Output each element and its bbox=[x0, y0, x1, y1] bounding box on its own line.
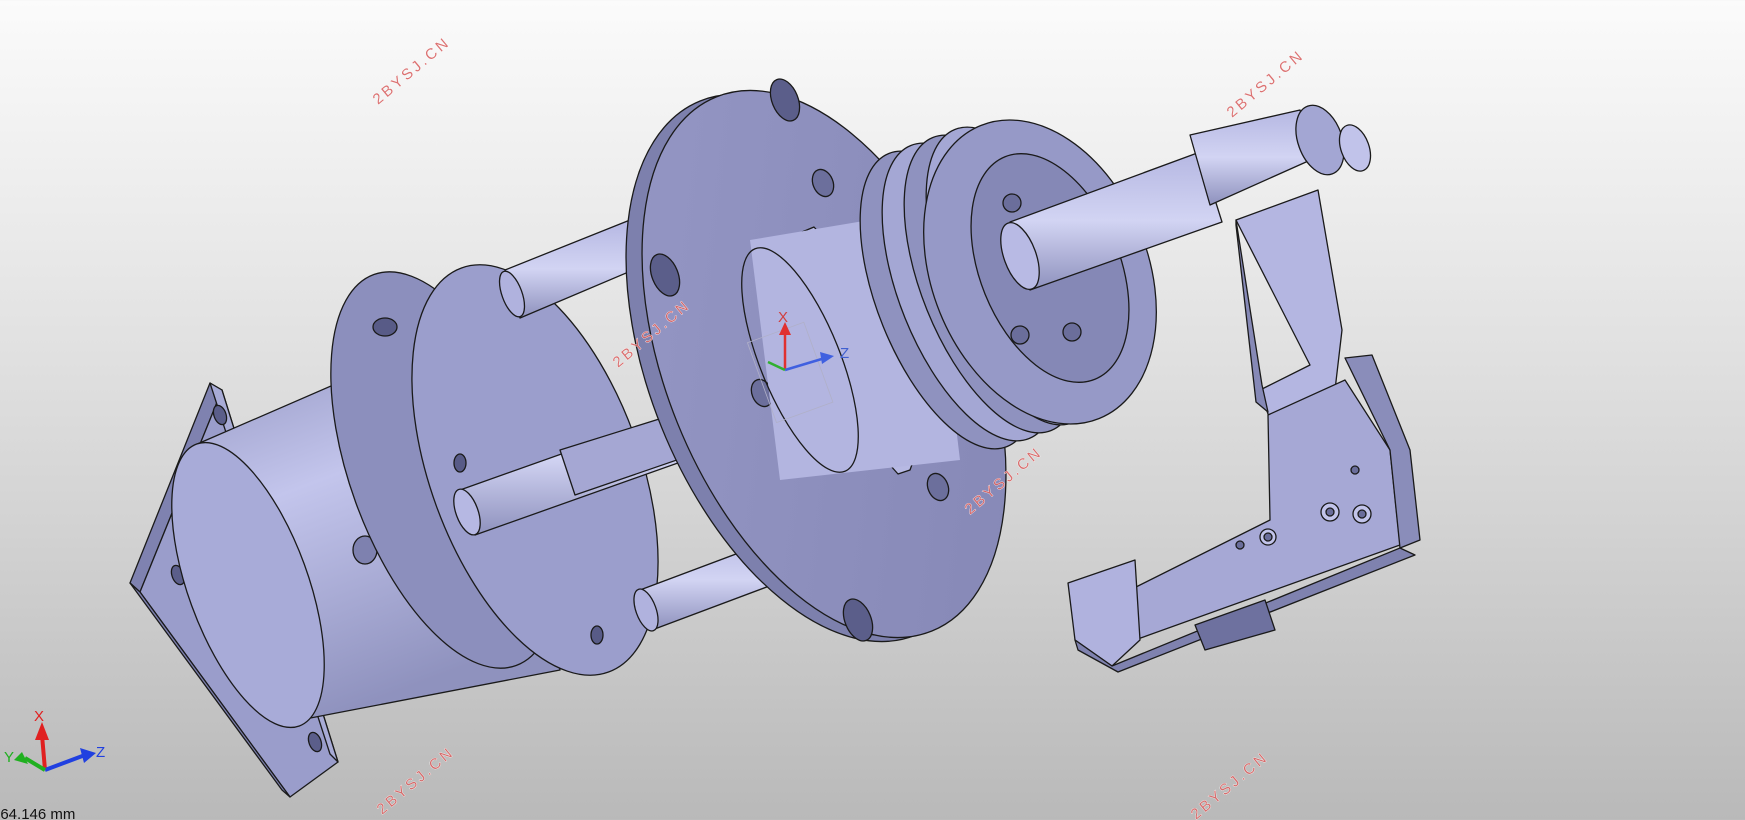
assembly-model[interactable]: X Z 2BYSJ.CN 2BYSJ.CN 2BYSJ.CN 2BYSJ.CN … bbox=[0, 0, 1745, 820]
watermark: 2BYSJ.CN bbox=[374, 744, 458, 819]
cad-3d-viewport[interactable]: X Z 2BYSJ.CN 2BYSJ.CN 2BYSJ.CN 2BYSJ.CN … bbox=[0, 0, 1745, 820]
triad-y-label: Y bbox=[4, 749, 14, 766]
center-triad-x-label: X bbox=[778, 309, 788, 326]
watermark: 2BYSJ.CN bbox=[370, 34, 454, 109]
watermark: 2BYSJ.CN bbox=[1188, 749, 1272, 820]
triad-x-label: X bbox=[34, 708, 44, 725]
watermark: 2BYSJ.CN bbox=[1224, 47, 1308, 122]
orientation-triad[interactable]: X Y Z bbox=[4, 708, 105, 772]
center-triad-z-label: Z bbox=[840, 345, 849, 362]
triad-z-label: Z bbox=[96, 744, 105, 761]
scale-readout: 864.146 mm bbox=[0, 806, 76, 820]
